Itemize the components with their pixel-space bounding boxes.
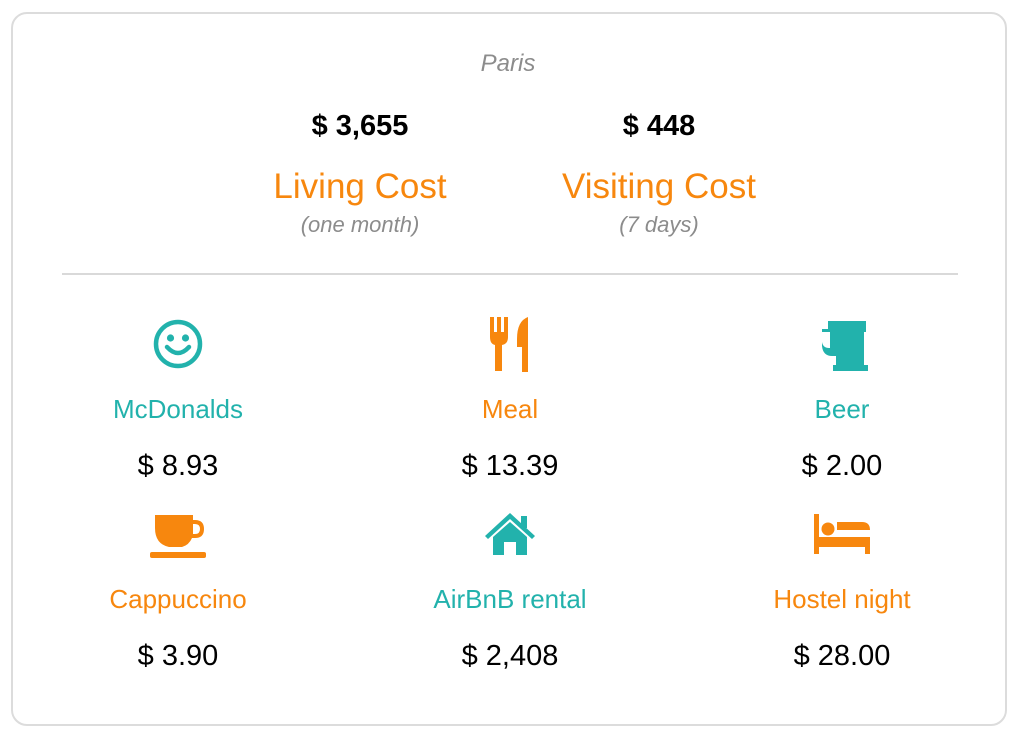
visiting-cost-amount: $ 448 [622, 110, 696, 142]
living-cost-period: (one month) [300, 212, 420, 237]
fork-knife-icon [482, 316, 538, 372]
living-cost-amount: $ 3,655 [311, 110, 409, 142]
item-price: $ 2,408 [461, 640, 559, 672]
living-cost-label: Living Cost [273, 167, 447, 206]
divider [62, 273, 958, 275]
visiting-cost-period: (7 days) [619, 212, 699, 237]
beer-mug-icon [814, 316, 870, 372]
item-price: $ 8.93 [137, 450, 219, 482]
smiley-icon [150, 316, 206, 372]
item-price: $ 2.00 [801, 450, 883, 482]
bed-icon [814, 508, 870, 564]
item-price: $ 28.00 [793, 640, 891, 672]
item-name: AirBnB rental [433, 584, 587, 614]
item-name: McDonalds [112, 394, 244, 424]
house-icon [482, 508, 538, 564]
coffee-cup-icon [150, 508, 206, 564]
city-name: Paris [480, 50, 536, 77]
item-price: $ 13.39 [461, 450, 559, 482]
item-name: Beer [814, 394, 870, 424]
visiting-cost-label: Visiting Cost [562, 167, 756, 206]
item-name: Cappuccino [109, 584, 247, 614]
item-name: Hostel night [773, 584, 911, 614]
item-price: $ 3.90 [137, 640, 219, 672]
item-name: Meal [481, 394, 539, 424]
